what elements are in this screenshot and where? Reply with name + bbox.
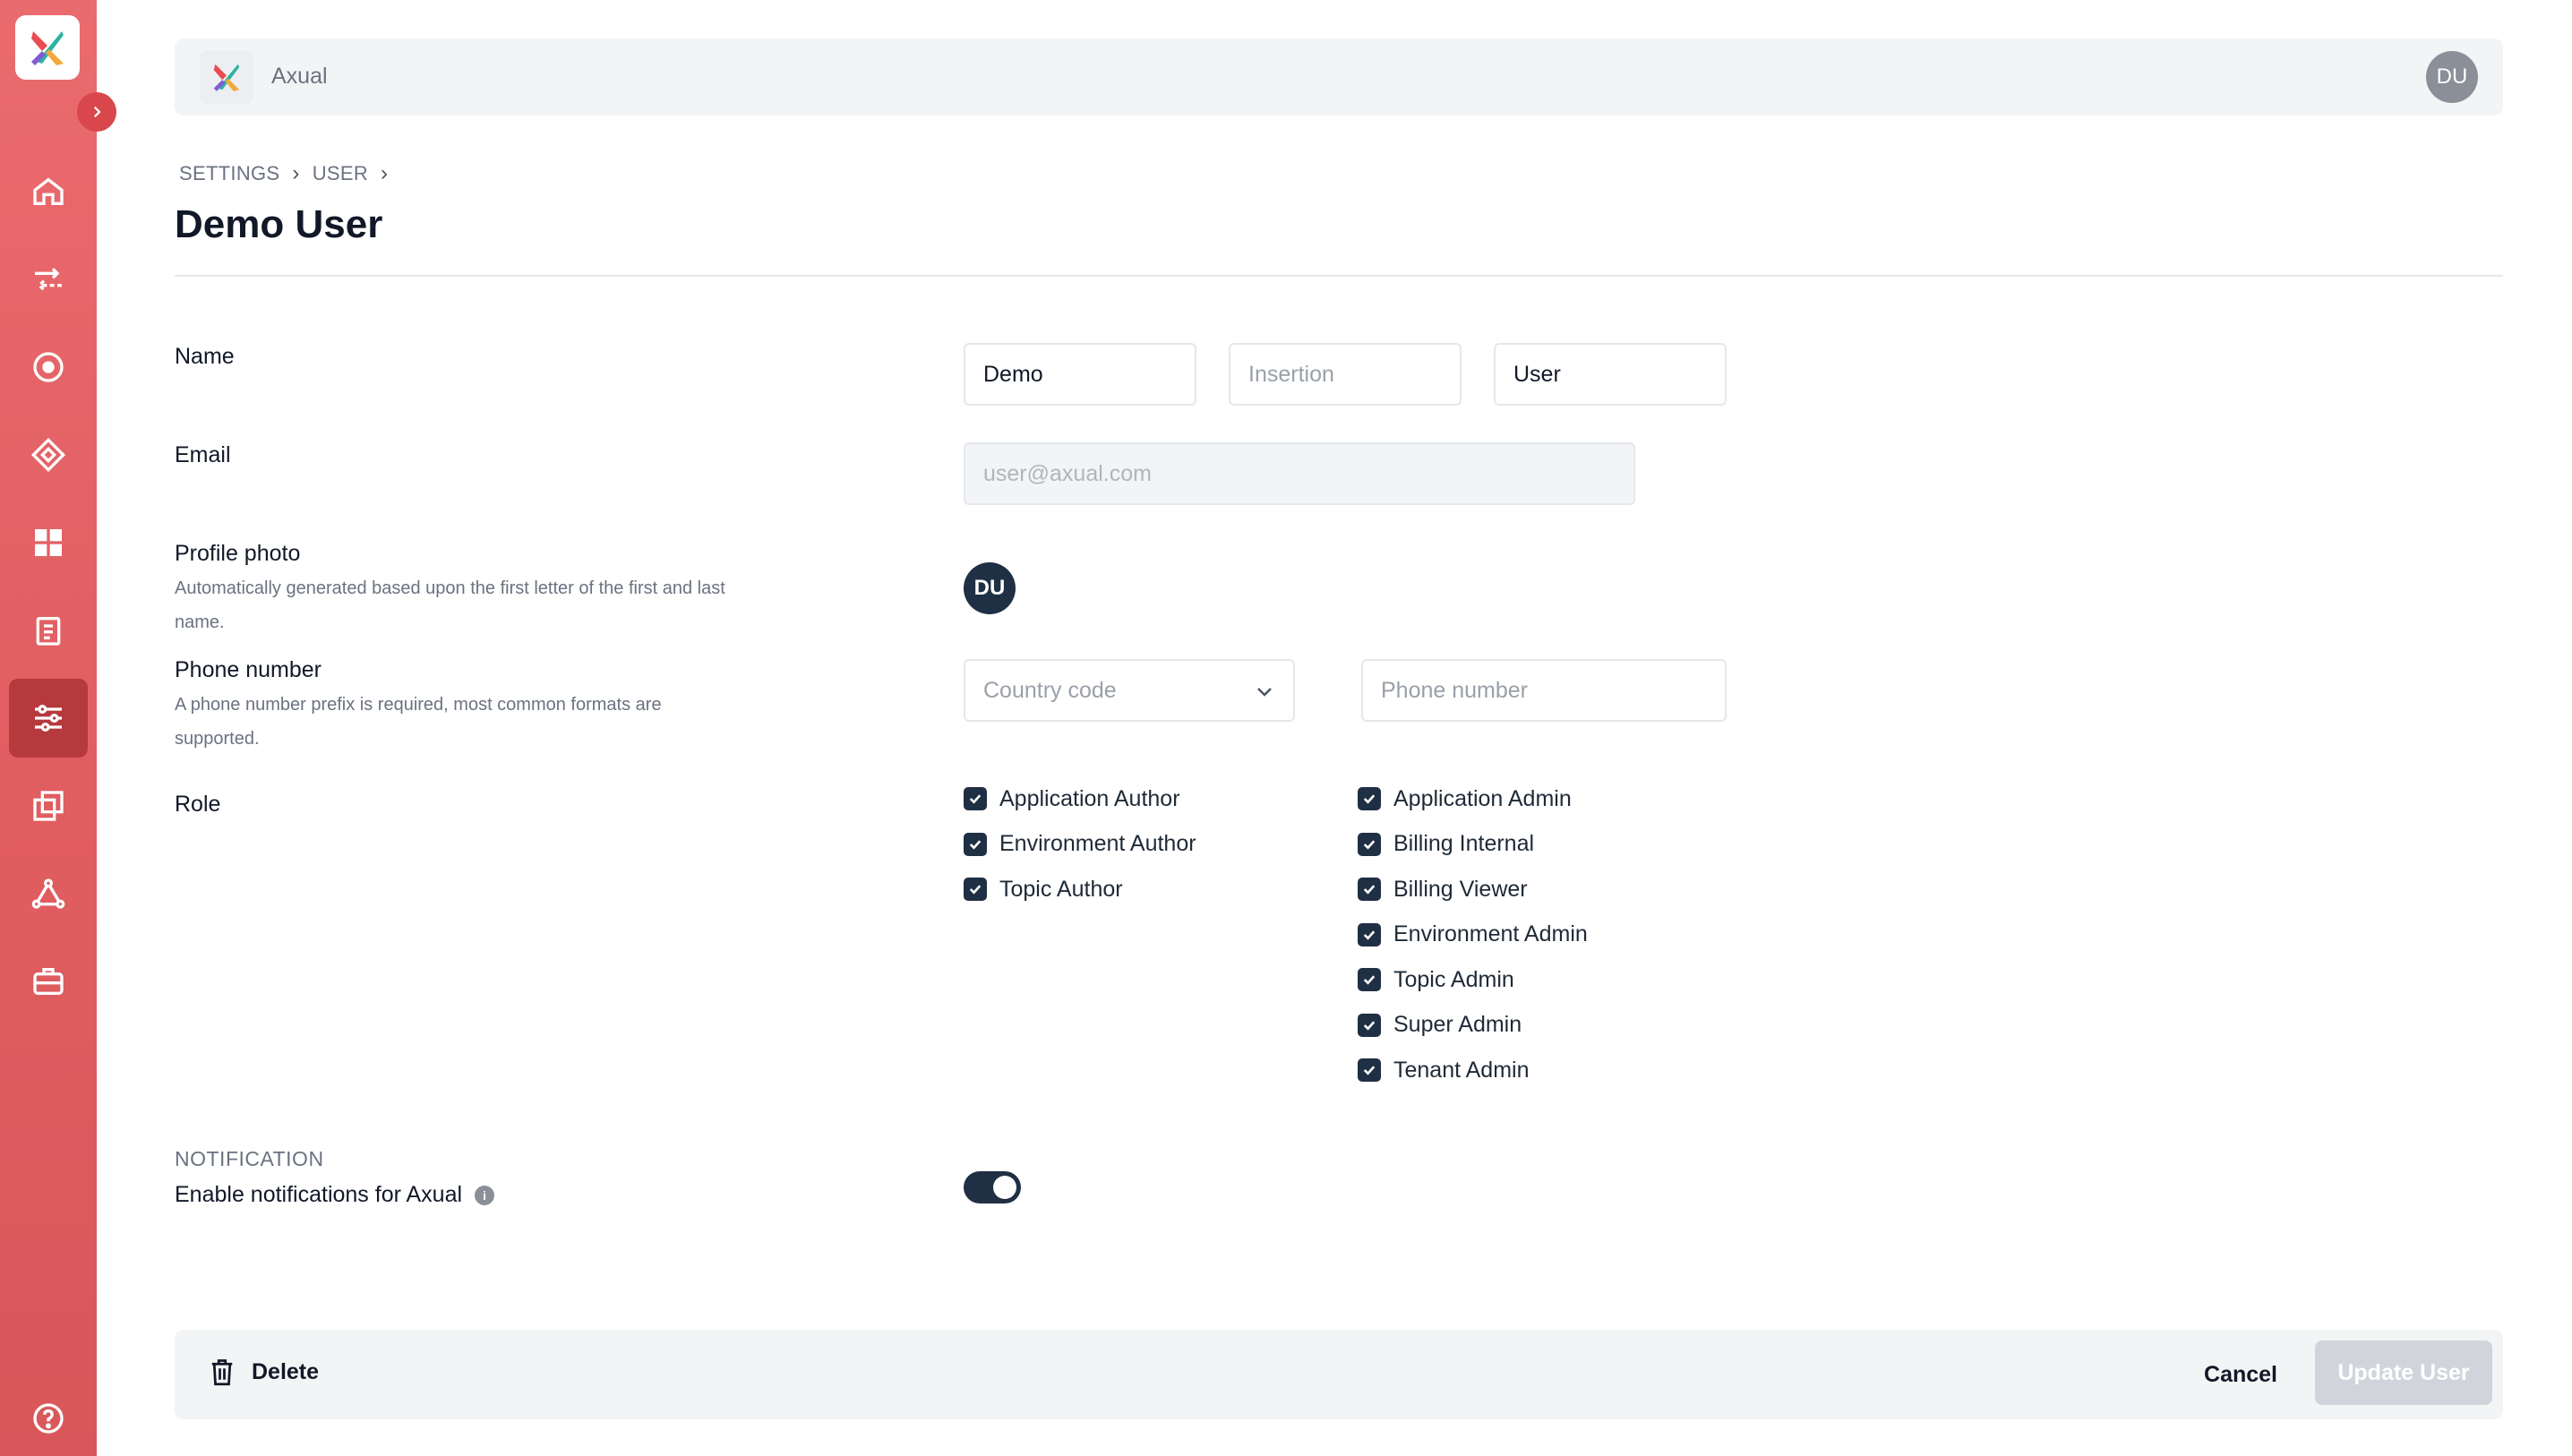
- sidebar: [0, 0, 97, 1456]
- country-code-placeholder: Country code: [983, 677, 1117, 703]
- help-icon: [33, 1403, 64, 1434]
- role-checkbox-row[interactable]: Tenant Admin: [1358, 1055, 1530, 1085]
- home-icon: [33, 177, 64, 205]
- chevron-right-icon: [93, 106, 101, 118]
- dashboard-icon: [35, 529, 62, 556]
- toggle-knob: [993, 1176, 1016, 1199]
- role-label-text: Topic Admin: [1393, 966, 1514, 992]
- axual-logo-icon: [31, 31, 64, 65]
- checkbox-checked-icon[interactable]: [1358, 832, 1381, 856]
- axual-logo[interactable]: [15, 15, 80, 80]
- sidebar-item-network[interactable]: [9, 854, 88, 933]
- role-label-text: Application Author: [999, 785, 1180, 811]
- checkbox-checked-icon[interactable]: [1358, 1058, 1381, 1082]
- role-checkbox-row[interactable]: Environment Admin: [1358, 920, 1588, 950]
- chevron-right-icon: ›: [381, 161, 389, 185]
- role-label-text: Environment Admin: [1393, 921, 1588, 946]
- role-checkbox-row[interactable]: Application Admin: [1358, 784, 1572, 814]
- sidebar-item-clipboard[interactable]: [9, 591, 88, 670]
- role-label: Role: [175, 792, 221, 817]
- role-checkbox-row[interactable]: Super Admin: [1358, 1010, 1522, 1041]
- divider: [175, 275, 2503, 277]
- role-label-text: Application Admin: [1393, 785, 1572, 811]
- breadcrumb: SETTINGS › USER ›: [179, 161, 388, 186]
- sidebar-item-target[interactable]: [9, 328, 88, 407]
- email-field: user@axual.com: [964, 442, 1635, 505]
- role-checkbox-row[interactable]: Billing Viewer: [1358, 874, 1528, 904]
- chevron-right-icon: ›: [292, 161, 300, 185]
- sidebar-expand-button[interactable]: [77, 92, 116, 132]
- checkbox-checked-icon[interactable]: [1358, 787, 1381, 810]
- delete-button[interactable]: Delete: [209, 1357, 319, 1387]
- profile-avatar: DU: [964, 562, 1016, 614]
- sidebar-item-dashboard[interactable]: [9, 503, 88, 582]
- network-icon: [31, 878, 65, 909]
- breadcrumb-settings[interactable]: SETTINGS: [179, 162, 279, 185]
- page-title: Demo User: [175, 202, 383, 246]
- streams-icon: [35, 268, 62, 291]
- phone-hint: A phone number prefix is required, most …: [175, 695, 662, 749]
- target-icon: [33, 352, 64, 382]
- clipboard-icon: [36, 617, 61, 646]
- breadcrumb-user[interactable]: USER: [313, 162, 368, 185]
- checkbox-checked-icon[interactable]: [964, 787, 987, 810]
- role-label-text: Tenant Admin: [1393, 1057, 1530, 1083]
- cancel-button[interactable]: Cancel: [2204, 1362, 2277, 1388]
- role-checkbox-row[interactable]: Environment Author: [964, 829, 1196, 860]
- sidebar-item-settings[interactable]: [9, 679, 88, 758]
- notification-label: Enable notifications for Axual i: [175, 1182, 495, 1208]
- sidebar-item-streams[interactable]: [9, 240, 88, 319]
- last-name-input[interactable]: User: [1494, 343, 1727, 406]
- checkbox-checked-icon[interactable]: [1358, 968, 1381, 991]
- settings-sliders-icon: [35, 705, 62, 732]
- sidebar-item-help[interactable]: [9, 1384, 88, 1452]
- brand-name: Axual: [271, 64, 328, 89]
- role-label-text: Super Admin: [1393, 1012, 1522, 1037]
- copy-icon: [33, 791, 64, 821]
- phone-label: Phone number: [175, 657, 322, 682]
- sidebar-item-diamond[interactable]: [9, 415, 88, 494]
- role-label-text: Billing Internal: [1393, 831, 1535, 856]
- info-icon[interactable]: i: [475, 1185, 495, 1205]
- role-checkbox-row[interactable]: Topic Admin: [1358, 964, 1514, 995]
- chevron-down-icon: [1257, 688, 1272, 697]
- delete-label: Delete: [252, 1358, 320, 1384]
- profile-photo-label: Profile photo: [175, 541, 301, 566]
- trash-icon: [211, 1359, 233, 1386]
- phone-number-input[interactable]: Phone number: [1361, 659, 1727, 722]
- notification-label-text: Enable notifications for Axual: [175, 1182, 463, 1207]
- role-checkbox-row[interactable]: Application Author: [964, 784, 1180, 814]
- checkbox-checked-icon[interactable]: [1358, 922, 1381, 946]
- role-checkbox-row[interactable]: Topic Author: [964, 874, 1123, 904]
- role-checkbox-row[interactable]: Billing Internal: [1358, 829, 1534, 860]
- checkbox-checked-icon[interactable]: [1358, 1013, 1381, 1037]
- insertion-input[interactable]: Insertion: [1229, 343, 1462, 406]
- sidebar-item-copy[interactable]: [9, 767, 88, 845]
- brand-logo[interactable]: [200, 50, 253, 104]
- axual-logo-icon: [213, 64, 240, 91]
- role-label-text: Billing Viewer: [1393, 876, 1528, 902]
- sidebar-item-toolbox[interactable]: [9, 942, 88, 1021]
- update-user-button[interactable]: Update User: [2315, 1340, 2492, 1405]
- user-avatar[interactable]: DU: [2426, 51, 2478, 103]
- notification-section-heading: NOTIFICATION: [175, 1147, 324, 1170]
- checkbox-checked-icon[interactable]: [964, 878, 987, 901]
- role-label-text: Environment Author: [999, 831, 1196, 856]
- country-code-select[interactable]: Country code: [964, 659, 1295, 722]
- notification-toggle[interactable]: [964, 1171, 1021, 1203]
- footer-bar: Delete Cancel Update User: [175, 1330, 2503, 1419]
- checkbox-checked-icon[interactable]: [1358, 878, 1381, 901]
- diamond-icon: [30, 437, 66, 473]
- profile-photo-hint: Automatically generated based upon the f…: [175, 578, 725, 632]
- role-label-text: Topic Author: [999, 876, 1123, 902]
- toolbox-icon: [33, 968, 64, 995]
- top-bar: Axual DU: [175, 39, 2503, 116]
- checkbox-checked-icon[interactable]: [964, 832, 987, 856]
- name-label: Name: [175, 344, 235, 369]
- email-label: Email: [175, 442, 231, 467]
- sidebar-item-home[interactable]: [9, 152, 88, 231]
- first-name-input[interactable]: Demo: [964, 343, 1196, 406]
